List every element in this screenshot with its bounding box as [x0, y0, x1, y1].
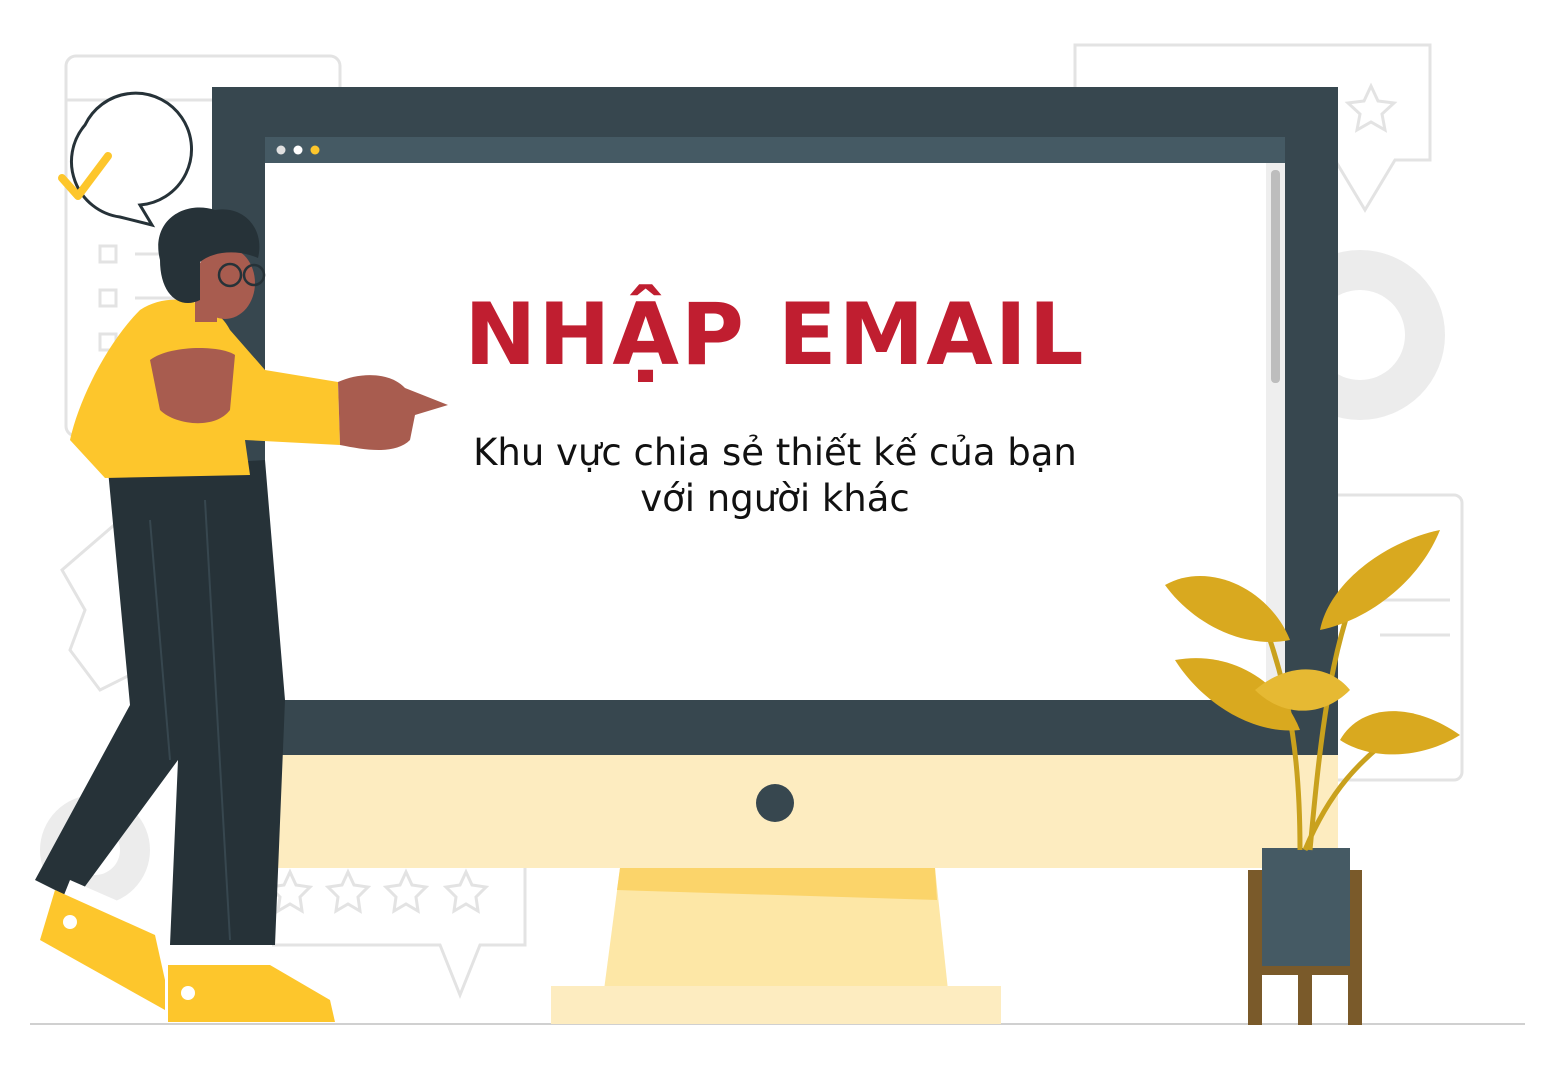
- plant-pot: [1262, 848, 1350, 966]
- monitor-stand: [551, 868, 1001, 1024]
- pants: [35, 460, 285, 945]
- screen: [265, 137, 1285, 700]
- window-dot-icon: [310, 145, 320, 155]
- illustration: [30, 43, 1525, 1025]
- plant-stand: [1248, 870, 1262, 1025]
- bg-speech-bubble-bottom: [248, 863, 527, 1000]
- monitor-chin: [272, 755, 1338, 868]
- hand-back: [150, 348, 235, 424]
- power-button: [756, 784, 794, 822]
- star-icon: [324, 868, 372, 914]
- star-icon: [382, 868, 430, 914]
- window-dot-icon: [276, 145, 286, 155]
- check-bubble: [58, 91, 193, 228]
- star-icon: [1344, 82, 1398, 133]
- window-dot-icon: [293, 145, 303, 155]
- page-subtitle: Khu vực chia sẻ thiết kế của bạn với ngư…: [265, 430, 1285, 523]
- browser-titlebar: [265, 137, 1285, 163]
- subtitle-line-2: với người khác: [640, 477, 910, 521]
- subtitle-line-1: Khu vực chia sẻ thiết kế của bạn: [473, 431, 1077, 474]
- star-icon: [442, 868, 490, 914]
- page-title: NHẬP EMAIL: [464, 285, 1086, 385]
